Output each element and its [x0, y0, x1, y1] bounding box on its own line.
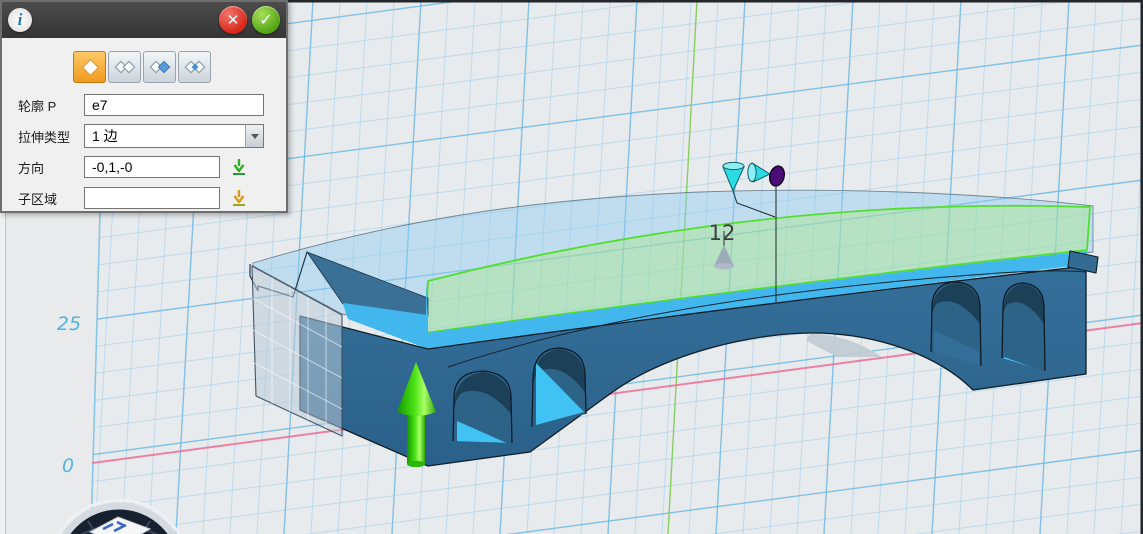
diamond-center-icon — [183, 58, 207, 76]
profile-input[interactable] — [84, 94, 264, 116]
extrude-distance-label: 12 — [709, 221, 736, 245]
extrude-form: 轮廓 P 拉伸类型 1 边 方向 子区域 — [2, 93, 286, 210]
profile-label: 轮廓 P — [18, 96, 84, 115]
pick-arrow-icon — [229, 157, 249, 177]
dialog-titlebar[interactable]: i ✕ ✓ — [2, 2, 286, 38]
info-icon[interactable]: i — [8, 8, 32, 32]
extrude-dialog: i ✕ ✓ — [0, 0, 288, 213]
application-window: 25 0 12 i ✕ ✓ — [0, 0, 1143, 534]
pick-arrow-olive-icon — [229, 188, 249, 208]
subregion-input[interactable] — [84, 187, 220, 209]
subregion-pick-button[interactable] — [229, 188, 249, 208]
extrude-type-select[interactable]: 1 边 — [84, 124, 264, 148]
grid-label-25: 25 — [57, 313, 81, 335]
mode-extrude-double-button[interactable] — [108, 51, 141, 83]
grid-label-0: 0 — [62, 455, 74, 477]
mode-extrude-single-button[interactable] — [73, 51, 106, 83]
extrude-type-value: 1 边 — [92, 126, 118, 146]
mode-extrude-center-button[interactable] — [178, 51, 211, 83]
window-border-left — [0, 213, 5, 534]
diamond-solid-icon — [148, 58, 172, 76]
direction-pick-button[interactable] — [229, 157, 249, 177]
direction-label: 方向 — [18, 158, 84, 177]
cancel-button[interactable]: ✕ — [219, 6, 247, 34]
extrude-mode-toolbar — [73, 51, 286, 83]
mode-extrude-side-button[interactable] — [143, 51, 176, 83]
confirm-button[interactable]: ✓ — [252, 6, 280, 34]
extrude-type-label: 拉伸类型 — [18, 127, 84, 146]
subregion-label: 子区域 — [18, 189, 84, 208]
double-diamond-icon — [113, 58, 137, 76]
diamond-icon — [79, 56, 101, 78]
direction-input[interactable] — [84, 156, 220, 178]
chevron-down-icon[interactable] — [245, 125, 263, 147]
